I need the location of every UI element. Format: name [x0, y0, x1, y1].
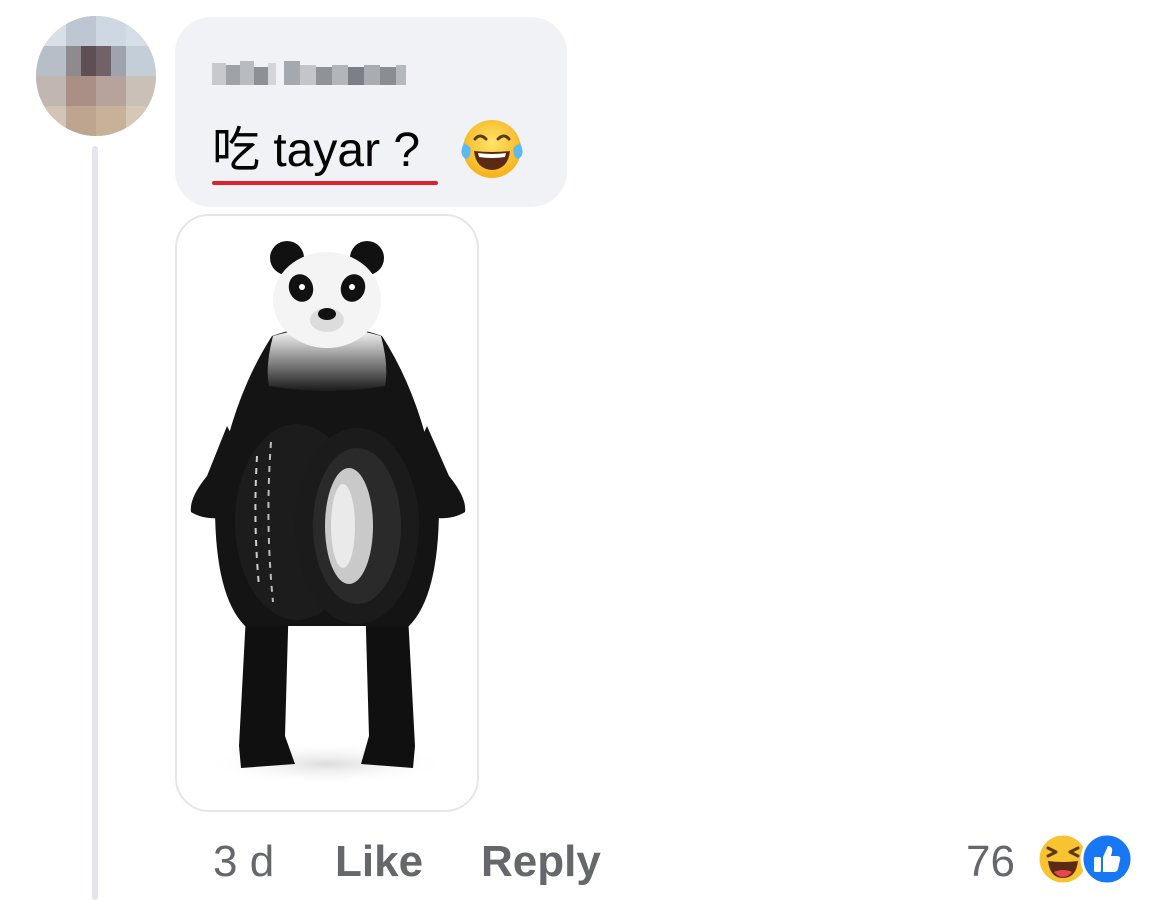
reaction-count: 76 — [966, 837, 1015, 886]
author-name-redacted[interactable] — [212, 59, 406, 87]
avatar-image — [36, 16, 156, 136]
panda-with-tire-image — [190, 241, 466, 786]
tears-of-joy-emoji-icon — [460, 117, 524, 181]
reply-button[interactable]: Reply — [481, 834, 601, 890]
comment-bubble: 吃 tayar ? — [175, 17, 567, 207]
like-reaction-icon — [1080, 832, 1134, 886]
attached-photo[interactable] — [175, 214, 479, 812]
reactions-summary[interactable]: 76 — [966, 830, 1146, 890]
comment-text: 吃 tayar ? — [212, 124, 421, 177]
like-button[interactable]: Like — [335, 834, 423, 890]
comment-timestamp[interactable]: 3 d — [213, 834, 274, 890]
thread-line — [92, 146, 98, 900]
spellcheck-underline — [212, 181, 438, 185]
commenter-avatar[interactable] — [36, 16, 156, 136]
